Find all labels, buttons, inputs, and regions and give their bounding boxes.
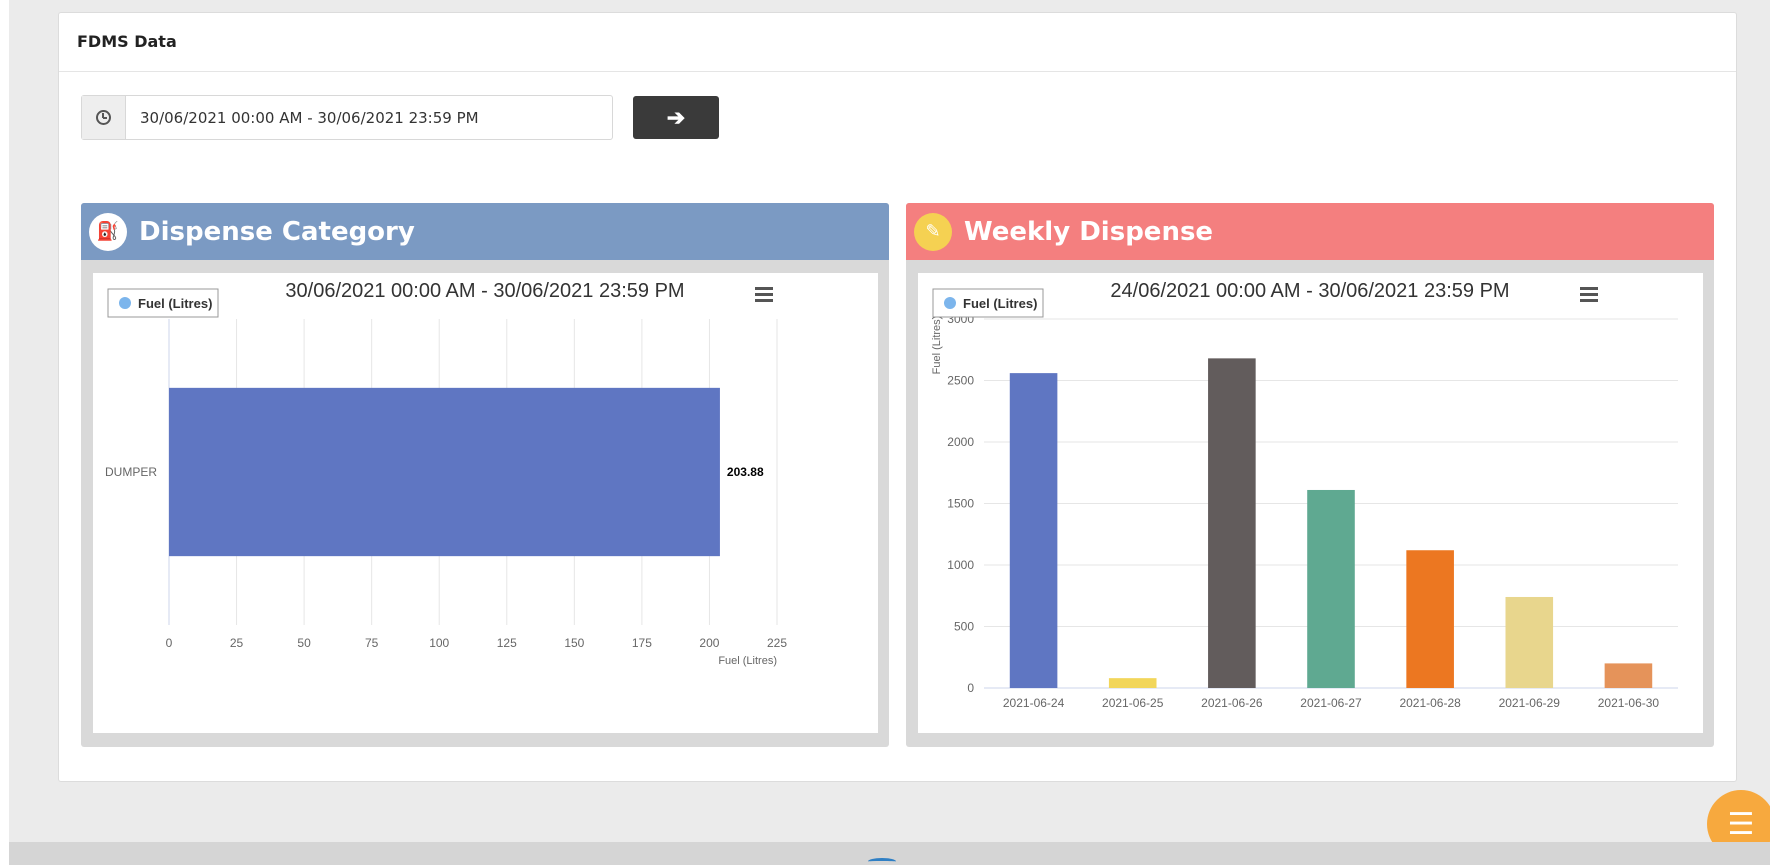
menu-icon: ☰	[1727, 807, 1755, 841]
bar	[1009, 373, 1058, 688]
card-header: FDMS Data	[59, 13, 1736, 72]
chart-title: 30/06/2021 00:00 AM - 30/06/2021 23:59 P…	[285, 280, 684, 302]
x-axis-label: Fuel (Litres)	[718, 655, 777, 667]
y-tick-label: 500	[954, 620, 974, 634]
x-tick-label: 2021-06-30	[1598, 696, 1660, 710]
y-tick-label: 1500	[947, 497, 974, 511]
menu-line	[1580, 299, 1598, 302]
x-tick-label: 0	[166, 636, 173, 650]
bar	[1505, 596, 1554, 688]
menu-line	[755, 287, 773, 290]
x-tick-label: 2021-06-25	[1102, 696, 1164, 710]
page-left-strip	[0, 0, 9, 865]
panel-title: Weekly Dispense	[964, 216, 1214, 247]
x-tick-label: 2021-06-26	[1201, 696, 1263, 710]
date-addon	[82, 96, 126, 139]
fdms-card: FDMS Data ➔ ⛽ Dispense Category 0 25 50 75 1…	[58, 12, 1737, 782]
weekly-dispense-panel: ✎ Weekly Dispense 0 500 1000 1500 2000 2500 30…	[906, 203, 1714, 747]
chart-context-menu-icon[interactable]	[1580, 287, 1598, 302]
x-tick-label: 200	[699, 636, 719, 650]
x-tick-label: 2021-06-28	[1399, 696, 1461, 710]
footer-logo	[868, 858, 896, 865]
x-tick-label: 2021-06-29	[1499, 696, 1561, 710]
x-tick-label: 75	[365, 636, 379, 650]
y-tick-label: 2500	[947, 374, 974, 388]
x-tick-label: 50	[297, 636, 311, 650]
weekly-dispense-chart: 0 500 1000 1500 2000 2500 3000 Fuel (Litres) 202…	[918, 273, 1703, 733]
bar	[1208, 358, 1256, 688]
date-range-group	[81, 95, 613, 140]
panel-title: Dispense Category	[139, 216, 415, 247]
y-axis-label: Fuel (Litres)	[931, 316, 943, 375]
menu-line	[755, 293, 773, 296]
legend-marker	[119, 297, 131, 309]
y-tick-label: 0	[967, 681, 974, 695]
arrow-right-icon: ➔	[666, 104, 686, 130]
clock-icon	[96, 110, 111, 125]
legend-label[interactable]: Fuel (Litres)	[963, 296, 1037, 311]
legend-label[interactable]: Fuel (Litres)	[138, 296, 212, 311]
legend-marker	[944, 297, 956, 309]
bar	[1604, 663, 1653, 688]
x-tick-label: 225	[767, 636, 787, 650]
x-tick-label: 175	[632, 636, 652, 650]
weekly-chart-svg: 050010001500200025003000Fuel (Litres)202…	[931, 280, 1678, 710]
dispense-category-panel: ⛽ Dispense Category 0 25 50 75 100 125 150 175 2…	[81, 203, 889, 747]
x-tick-label: 2021-06-24	[1003, 696, 1065, 710]
x-tick-label: 100	[429, 636, 449, 650]
panel-header: ⛽ Dispense Category	[81, 203, 889, 260]
y-category-label: DUMPER	[105, 465, 157, 479]
chart-title: 24/06/2021 00:00 AM - 30/06/2021 23:59 P…	[1110, 280, 1509, 302]
fuel-pump-icon: ⛽	[89, 212, 127, 251]
go-button[interactable]: ➔	[633, 96, 719, 139]
menu-line	[1580, 293, 1598, 296]
panel-header: ✎ Weekly Dispense	[906, 203, 1714, 260]
edit-icon: ✎	[914, 212, 952, 251]
data-label: 203.88	[727, 465, 764, 479]
x-tick-label: 150	[564, 636, 584, 650]
y-tick-label: 2000	[947, 435, 974, 449]
chart-legend: Fuel (Litres)	[932, 288, 1044, 318]
x-tick-label: 125	[497, 636, 517, 650]
chart-legend: Fuel (Litres)	[107, 288, 219, 318]
x-tick-label: 2021-06-27	[1300, 696, 1362, 710]
x-tick-label: 25	[230, 636, 244, 650]
chart-context-menu-icon[interactable]	[755, 287, 773, 302]
date-range-input[interactable]	[126, 96, 612, 139]
menu-line	[755, 299, 773, 302]
bar	[169, 387, 720, 557]
bar	[1406, 550, 1454, 688]
bar	[1307, 489, 1355, 688]
bar	[1108, 678, 1157, 688]
menu-line	[1580, 287, 1598, 290]
y-tick-label: 1000	[947, 558, 974, 572]
dispense-category-chart: 0 25 50 75 100 125 150 175 200 225 Fuel (Litres) DU…	[93, 273, 878, 733]
card-title: FDMS Data	[77, 32, 177, 51]
category-chart-svg: 0 25 50 75 100 125 150 175 200 225 Fuel (Litres) DU…	[105, 280, 787, 667]
